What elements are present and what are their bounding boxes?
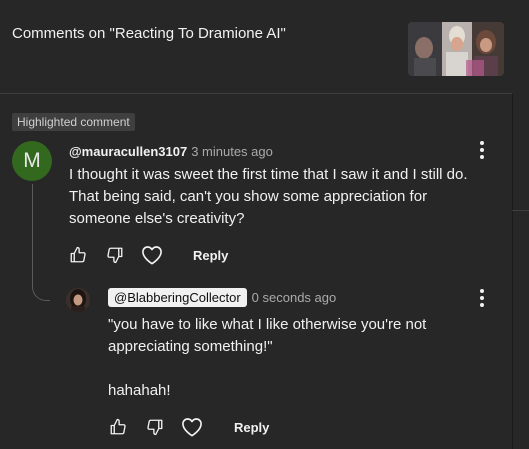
comment-timestamp[interactable]: 3 minutes ago [191, 144, 273, 159]
video-thumbnail[interactable] [408, 22, 504, 76]
comments-header: Comments on "Reacting To Dramione AI" [0, 0, 512, 94]
reply-line: "you have to like what I like otherwise … [108, 316, 427, 333]
like-icon[interactable] [108, 417, 128, 437]
comment-more-icon[interactable] [480, 141, 484, 159]
reply-button[interactable]: Reply [234, 420, 269, 435]
reply-meta: @BlabberingCollector 0 seconds ago [108, 288, 336, 307]
reply-author-chip[interactable]: @BlabberingCollector [108, 288, 247, 307]
comment-author[interactable]: @mauracullen3107 [69, 144, 187, 159]
panel-divider-tick [512, 210, 529, 211]
panel-divider [512, 94, 513, 449]
comment-line: I thought it was sweet the first time th… [69, 166, 468, 183]
reply-text: "you have to like what I like otherwise … [108, 314, 426, 402]
reply-line: appreciating something!" [108, 338, 273, 355]
reply-more-icon[interactable] [480, 289, 484, 307]
reply-avatar[interactable] [66, 288, 90, 312]
comment-text: I thought it was sweet the first time th… [69, 164, 468, 230]
reply-timestamp[interactable]: 0 seconds ago [252, 290, 337, 305]
reply-line [108, 358, 426, 380]
header-title: Comments on "Reacting To Dramione AI" [12, 25, 286, 42]
reply-line: hahahah! [108, 382, 171, 399]
reply-thread-line [32, 184, 50, 301]
comment-line: That being said, can't you show some app… [69, 188, 428, 205]
heart-icon[interactable] [181, 417, 203, 437]
like-icon[interactable] [68, 245, 88, 265]
dislike-icon[interactable] [145, 417, 165, 437]
comment-meta: @mauracullen3107 3 minutes ago [69, 143, 273, 161]
comment-line: someone else's creativity? [69, 210, 245, 227]
reply-actions: Reply [108, 417, 269, 437]
comment-actions: Reply [68, 245, 228, 265]
reply-button[interactable]: Reply [193, 248, 228, 263]
heart-icon[interactable] [141, 245, 163, 265]
dislike-icon[interactable] [105, 245, 125, 265]
highlighted-comment-badge: Highlighted comment [12, 113, 135, 131]
avatar[interactable]: M [12, 141, 52, 181]
